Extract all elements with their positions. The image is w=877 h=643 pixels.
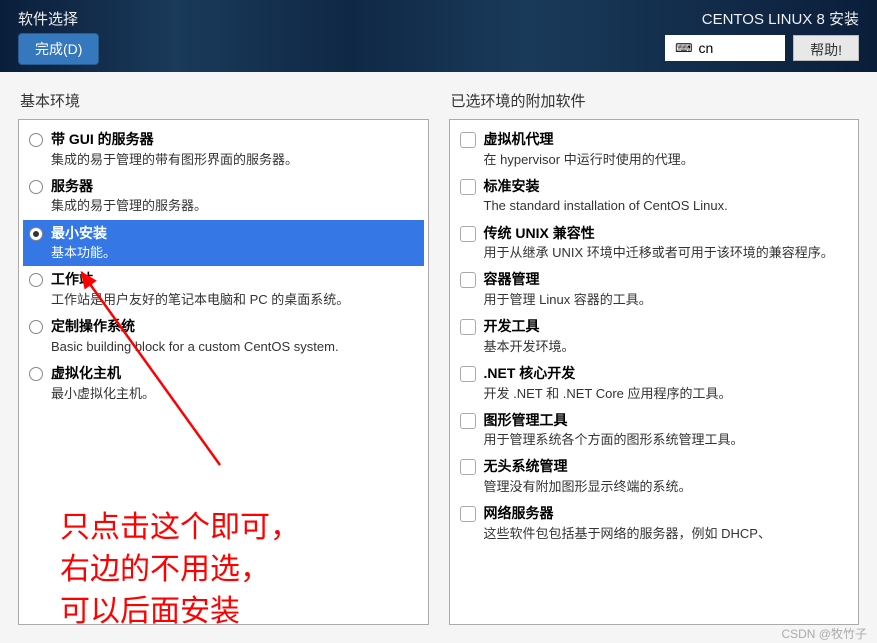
addon-item-title: 网络服务器 bbox=[484, 504, 849, 524]
main-content: 基本环境 带 GUI 的服务器集成的易于管理的带有图形界面的服务器。服务器集成的… bbox=[0, 72, 877, 643]
addon-item-desc: 管理没有附加图形显示终端的系统。 bbox=[484, 478, 849, 496]
addon-item-text: .NET 核心开发开发 .NET 和 .NET Core 应用程序的工具。 bbox=[484, 364, 849, 403]
addon-item[interactable]: 无头系统管理管理没有附加图形显示终端的系统。 bbox=[454, 453, 855, 500]
checkbox-icon[interactable] bbox=[460, 366, 476, 382]
radio-icon[interactable] bbox=[29, 227, 43, 241]
addon-item-desc: The standard installation of CentOS Linu… bbox=[484, 197, 849, 215]
addon-item-title: 开发工具 bbox=[484, 317, 849, 337]
help-button[interactable]: 帮助! bbox=[793, 35, 859, 61]
keyboard-layout-indicator[interactable]: ⌨ cn bbox=[665, 35, 785, 61]
base-environment-heading: 基本环境 bbox=[18, 90, 429, 111]
radio-icon[interactable] bbox=[29, 273, 43, 287]
env-item-text: 服务器集成的易于管理的服务器。 bbox=[51, 177, 418, 216]
addon-item-title: 虚拟机代理 bbox=[484, 130, 849, 150]
env-item-title: 虚拟化主机 bbox=[51, 364, 418, 384]
addon-item-text: 容器管理用于管理 Linux 容器的工具。 bbox=[484, 270, 849, 309]
addon-item-text: 开发工具基本开发环境。 bbox=[484, 317, 849, 356]
addon-item-text: 传统 UNIX 兼容性用于从继承 UNIX 环境中迁移或者可用于该环境的兼容程序… bbox=[484, 224, 849, 263]
env-item[interactable]: 定制操作系统Basic building block for a custom … bbox=[23, 313, 424, 360]
env-item-desc: 基本功能。 bbox=[51, 244, 418, 262]
addons-column: 已选环境的附加软件 虚拟机代理在 hypervisor 中运行时使用的代理。标准… bbox=[449, 90, 860, 625]
addons-list[interactable]: 虚拟机代理在 hypervisor 中运行时使用的代理。标准安装The stan… bbox=[449, 119, 860, 625]
keyboard-layout-text: cn bbox=[698, 40, 713, 56]
addon-item-text: 标准安装The standard installation of CentOS … bbox=[484, 177, 849, 216]
radio-icon[interactable] bbox=[29, 320, 43, 334]
env-item-text: 带 GUI 的服务器集成的易于管理的带有图形界面的服务器。 bbox=[51, 130, 418, 169]
env-item-desc: 集成的易于管理的带有图形界面的服务器。 bbox=[51, 151, 418, 169]
addon-item-title: 容器管理 bbox=[484, 270, 849, 290]
base-environment-column: 基本环境 带 GUI 的服务器集成的易于管理的带有图形界面的服务器。服务器集成的… bbox=[18, 90, 429, 625]
addon-item-text: 无头系统管理管理没有附加图形显示终端的系统。 bbox=[484, 457, 849, 496]
addon-item[interactable]: .NET 核心开发开发 .NET 和 .NET Core 应用程序的工具。 bbox=[454, 360, 855, 407]
addons-heading: 已选环境的附加软件 bbox=[449, 90, 860, 111]
env-item-text: 虚拟化主机最小虚拟化主机。 bbox=[51, 364, 418, 403]
addon-item[interactable]: 容器管理用于管理 Linux 容器的工具。 bbox=[454, 266, 855, 313]
page-title: 软件选择 bbox=[18, 8, 99, 29]
env-item-title: 工作站 bbox=[51, 270, 418, 290]
addon-item-title: 无头系统管理 bbox=[484, 457, 849, 477]
done-button[interactable]: 完成(D) bbox=[18, 33, 99, 65]
header-left: 软件选择 完成(D) bbox=[18, 8, 99, 64]
checkbox-icon[interactable] bbox=[460, 272, 476, 288]
env-item-title: 最小安装 bbox=[51, 224, 418, 244]
base-environment-list[interactable]: 带 GUI 的服务器集成的易于管理的带有图形界面的服务器。服务器集成的易于管理的… bbox=[18, 119, 429, 625]
checkbox-icon[interactable] bbox=[460, 459, 476, 475]
addon-item[interactable]: 标准安装The standard installation of CentOS … bbox=[454, 173, 855, 220]
env-item[interactable]: 带 GUI 的服务器集成的易于管理的带有图形界面的服务器。 bbox=[23, 126, 424, 173]
radio-icon[interactable] bbox=[29, 180, 43, 194]
checkbox-icon[interactable] bbox=[460, 179, 476, 195]
addon-item-desc: 用于管理系统各个方面的图形系统管理工具。 bbox=[484, 431, 849, 449]
env-item-desc: Basic building block for a custom CentOS… bbox=[51, 338, 418, 356]
installer-title: CENTOS LINUX 8 安装 bbox=[702, 8, 859, 29]
addon-item-text: 图形管理工具用于管理系统各个方面的图形系统管理工具。 bbox=[484, 411, 849, 450]
addon-item-desc: 在 hypervisor 中运行时使用的代理。 bbox=[484, 151, 849, 169]
addon-item[interactable]: 虚拟机代理在 hypervisor 中运行时使用的代理。 bbox=[454, 126, 855, 173]
env-item[interactable]: 最小安装基本功能。 bbox=[23, 220, 424, 267]
addon-item-title: 标准安装 bbox=[484, 177, 849, 197]
env-item-text: 定制操作系统Basic building block for a custom … bbox=[51, 317, 418, 356]
checkbox-icon[interactable] bbox=[460, 319, 476, 335]
addon-item-title: .NET 核心开发 bbox=[484, 364, 849, 384]
checkbox-icon[interactable] bbox=[460, 413, 476, 429]
addon-item-desc: 用于从继承 UNIX 环境中迁移或者可用于该环境的兼容程序。 bbox=[484, 244, 849, 262]
env-item-title: 带 GUI 的服务器 bbox=[51, 130, 418, 150]
addon-item-text: 虚拟机代理在 hypervisor 中运行时使用的代理。 bbox=[484, 130, 849, 169]
addon-item-text: 网络服务器这些软件包包括基于网络的服务器，例如 DHCP、 bbox=[484, 504, 849, 543]
keyboard-icon: ⌨ bbox=[675, 41, 692, 55]
addon-item-desc: 这些软件包包括基于网络的服务器，例如 DHCP、 bbox=[484, 525, 849, 543]
env-item-title: 定制操作系统 bbox=[51, 317, 418, 337]
addon-item-desc: 用于管理 Linux 容器的工具。 bbox=[484, 291, 849, 309]
header-bar: 软件选择 完成(D) CENTOS LINUX 8 安装 ⌨ cn 帮助! bbox=[0, 0, 877, 72]
addon-item[interactable]: 网络服务器这些软件包包括基于网络的服务器，例如 DHCP、 bbox=[454, 500, 855, 547]
env-item-text: 工作站工作站是用户友好的笔记本电脑和 PC 的桌面系统。 bbox=[51, 270, 418, 309]
addon-item[interactable]: 开发工具基本开发环境。 bbox=[454, 313, 855, 360]
env-item[interactable]: 服务器集成的易于管理的服务器。 bbox=[23, 173, 424, 220]
header-right: CENTOS LINUX 8 安装 ⌨ cn 帮助! bbox=[665, 8, 859, 64]
addon-item-title: 传统 UNIX 兼容性 bbox=[484, 224, 849, 244]
radio-icon[interactable] bbox=[29, 367, 43, 381]
addon-item[interactable]: 图形管理工具用于管理系统各个方面的图形系统管理工具。 bbox=[454, 407, 855, 454]
checkbox-icon[interactable] bbox=[460, 506, 476, 522]
addon-item[interactable]: 传统 UNIX 兼容性用于从继承 UNIX 环境中迁移或者可用于该环境的兼容程序… bbox=[454, 220, 855, 267]
env-item-desc: 集成的易于管理的服务器。 bbox=[51, 197, 418, 215]
env-item-desc: 最小虚拟化主机。 bbox=[51, 385, 418, 403]
env-item-title: 服务器 bbox=[51, 177, 418, 197]
env-item[interactable]: 虚拟化主机最小虚拟化主机。 bbox=[23, 360, 424, 407]
env-item[interactable]: 工作站工作站是用户友好的笔记本电脑和 PC 的桌面系统。 bbox=[23, 266, 424, 313]
checkbox-icon[interactable] bbox=[460, 226, 476, 242]
addon-item-title: 图形管理工具 bbox=[484, 411, 849, 431]
addon-item-desc: 基本开发环境。 bbox=[484, 338, 849, 356]
checkbox-icon[interactable] bbox=[460, 132, 476, 148]
env-item-text: 最小安装基本功能。 bbox=[51, 224, 418, 263]
radio-icon[interactable] bbox=[29, 133, 43, 147]
header-controls: ⌨ cn 帮助! bbox=[665, 35, 859, 61]
env-item-desc: 工作站是用户友好的笔记本电脑和 PC 的桌面系统。 bbox=[51, 291, 418, 309]
addon-item-desc: 开发 .NET 和 .NET Core 应用程序的工具。 bbox=[484, 385, 849, 403]
